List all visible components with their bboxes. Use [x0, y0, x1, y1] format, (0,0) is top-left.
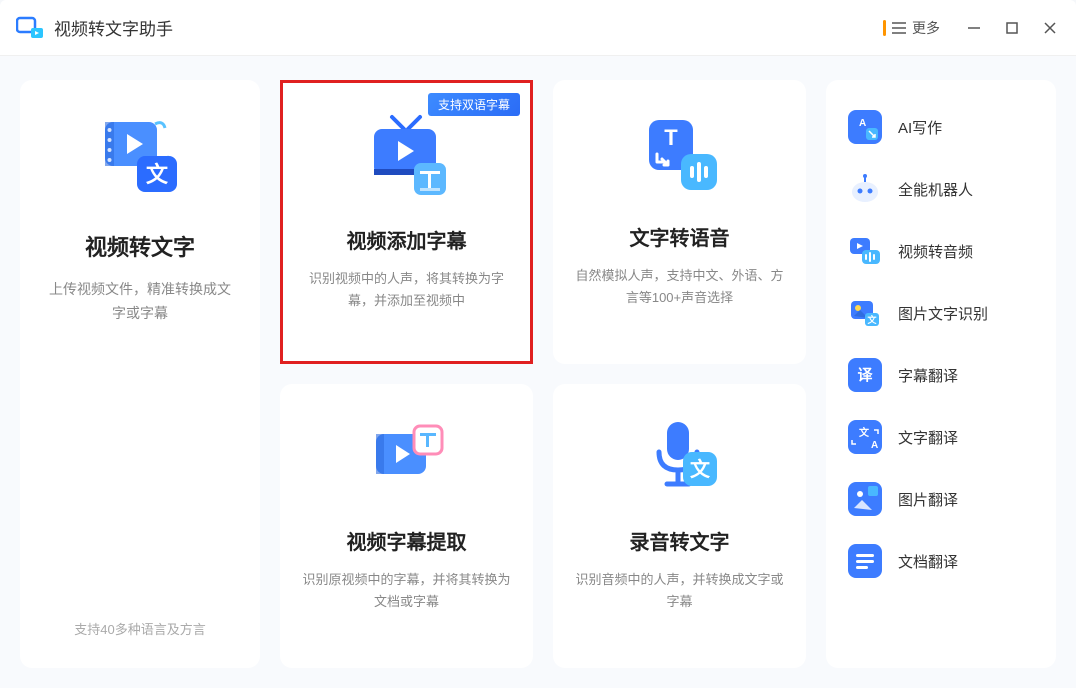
sidebar-item-label: 字幕翻译	[898, 365, 958, 386]
left-card-footer: 支持40多种语言及方言	[74, 519, 205, 638]
subtitle-translate-icon: 译	[848, 358, 882, 392]
feature-title: 视频添加字幕	[347, 225, 467, 254]
svg-text:T: T	[664, 125, 678, 150]
main-content: 文 视频转文字 上传视频文件，精准转换成文字或字幕 支持40多种语言及方言 支持…	[0, 56, 1076, 688]
sidebar-item-subtitle-translate[interactable]: 译 字幕翻译	[836, 344, 1046, 406]
feature-title: 文字转语音	[630, 222, 730, 251]
svg-text:文: 文	[866, 314, 877, 325]
svg-text:文: 文	[690, 457, 711, 481]
sidebar-item-label: AI写作	[898, 117, 942, 138]
more-menu-button[interactable]: 更多	[877, 14, 946, 42]
feature-desc: 识别原视频中的字幕，并将其转换为文档或字幕	[302, 569, 511, 613]
feature-text-to-speech-card[interactable]: T 文字转语音 自然模拟人声，支持中文、外语、方言等100+声音选择	[553, 80, 806, 364]
text-translate-icon: 文A	[848, 420, 882, 454]
titlebar-actions: 更多	[877, 14, 1060, 42]
microphone-icon: 文	[635, 414, 725, 504]
sidebar-item-label: 图片文字识别	[898, 303, 988, 324]
sidebar-item-doc-translate[interactable]: 文档翻译	[836, 530, 1046, 592]
video-to-text-card[interactable]: 文 视频转文字 上传视频文件，精准转换成文字或字幕 支持40多种语言及方言	[20, 80, 260, 668]
text-speech-icon: T	[635, 110, 725, 200]
svg-text:译: 译	[857, 367, 873, 384]
close-button[interactable]	[1040, 18, 1060, 38]
sidebar-item-image-translate[interactable]: 图片翻译	[836, 468, 1046, 530]
feature-add-subtitle-card[interactable]: 支持双语字幕 视频添加字幕 识别视频中的人声，将其转换	[280, 80, 533, 364]
hamburger-icon	[892, 22, 906, 34]
sidebar-item-label: 图片翻译	[898, 489, 958, 510]
left-card-title: 视频转文字	[85, 230, 195, 262]
sidebar-item-ocr[interactable]: 文 图片文字识别	[836, 282, 1046, 344]
feature-title: 视频字幕提取	[347, 526, 467, 555]
left-card-desc: 上传视频文件，精准转换成文字或字幕	[40, 278, 240, 326]
ocr-icon: 文	[848, 296, 882, 330]
ai-writing-icon: A	[848, 110, 882, 144]
feature-desc: 识别音频中的人声，并转换成文字或字幕	[575, 569, 784, 613]
sidebar: A AI写作 全能机器人 视频转音频 文 图片文字识别	[826, 80, 1056, 668]
doc-translate-icon	[848, 544, 882, 578]
maximize-button[interactable]	[1002, 18, 1022, 38]
video-extract-icon	[362, 414, 452, 504]
sidebar-item-label: 文档翻译	[898, 551, 958, 572]
tv-subtitle-icon	[362, 113, 452, 203]
titlebar: 视频转文字助手 更多	[0, 0, 1076, 56]
minimize-button[interactable]	[964, 18, 984, 38]
sidebar-item-video-to-audio[interactable]: 视频转音频	[836, 220, 1046, 282]
robot-icon	[848, 172, 882, 206]
sidebar-item-ai-writing[interactable]: A AI写作	[836, 96, 1046, 158]
feature-desc: 自然模拟人声，支持中文、外语、方言等100+声音选择	[575, 265, 784, 309]
app-logo-icon	[16, 14, 44, 42]
sidebar-item-robot[interactable]: 全能机器人	[836, 158, 1046, 220]
sidebar-item-text-translate[interactable]: 文A 文字翻译	[836, 406, 1046, 468]
svg-text:文: 文	[859, 426, 870, 439]
bilingual-badge: 支持双语字幕	[428, 93, 520, 116]
app-title: 视频转文字助手	[54, 15, 877, 40]
left-column: 文 视频转文字 上传视频文件，精准转换成文字或字幕 支持40多种语言及方言	[20, 80, 260, 668]
sidebar-item-label: 文字翻译	[898, 427, 958, 448]
sidebar-item-label: 全能机器人	[898, 179, 973, 200]
svg-text:A: A	[859, 118, 866, 129]
video-to-text-icon: 文	[95, 110, 185, 200]
more-label: 更多	[912, 18, 940, 38]
accent-bar-icon	[883, 20, 886, 36]
image-translate-icon	[848, 482, 882, 516]
feature-extract-subtitle-card[interactable]: 视频字幕提取 识别原视频中的字幕，并将其转换为文档或字幕	[280, 384, 533, 668]
svg-text:文: 文	[146, 162, 169, 187]
sidebar-item-label: 视频转音频	[898, 241, 973, 262]
feature-desc: 识别视频中的人声，将其转换为字幕，并添加至视频中	[305, 268, 508, 312]
video-audio-icon	[848, 234, 882, 268]
feature-grid: 支持双语字幕 视频添加字幕 识别视频中的人声，将其转换	[280, 80, 806, 668]
feature-title: 录音转文字	[630, 526, 730, 555]
app-window: 视频转文字助手 更多	[0, 0, 1076, 688]
svg-text:A: A	[871, 440, 878, 451]
feature-audio-to-text-card[interactable]: 文 录音转文字 识别音频中的人声，并转换成文字或字幕	[553, 384, 806, 668]
